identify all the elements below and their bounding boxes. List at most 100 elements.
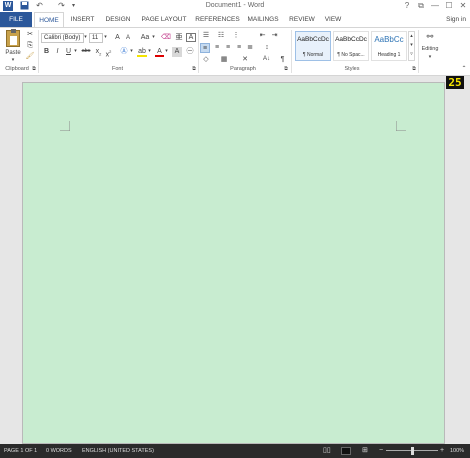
style-normal[interactable]: AaBbCcDc ¶ Normal bbox=[295, 31, 331, 61]
editing-button[interactable]: ⚯ Editing ▾ bbox=[420, 30, 440, 64]
paragraph-dialog-launcher-icon[interactable]: ⧉ bbox=[283, 65, 289, 75]
numbering-icon[interactable]: ☷ bbox=[216, 31, 226, 41]
help-button[interactable]: ? bbox=[400, 0, 414, 12]
borders-icon[interactable]: ▦ bbox=[219, 55, 229, 65]
enclose-characters-icon[interactable]: ㊀ bbox=[185, 47, 195, 57]
align-left-icon[interactable]: ≡ bbox=[200, 43, 210, 53]
styles-scrollbar[interactable]: ▴ ▾ ▿ bbox=[408, 31, 415, 61]
cut-icon[interactable]: ✂ bbox=[25, 30, 35, 40]
style-no-spacing[interactable]: AaBbCcDc ¶ No Spac... bbox=[333, 31, 369, 61]
word-count[interactable]: 0 WORDS bbox=[46, 444, 72, 458]
customize-quick-access-icon[interactable]: ▾ bbox=[68, 1, 79, 11]
word-logo-icon[interactable]: W bbox=[3, 1, 13, 11]
tab-view[interactable]: VIEW bbox=[322, 12, 344, 27]
zoom-in-button[interactable]: + bbox=[440, 444, 444, 458]
text-effects-icon[interactable]: Ⓐ bbox=[119, 47, 129, 57]
text-effects-dropdown-icon[interactable]: ▾ bbox=[129, 47, 134, 57]
line-spacing-icon[interactable]: ↕ bbox=[262, 43, 272, 53]
distributed-icon[interactable]: ≣ bbox=[245, 43, 255, 53]
format-painter-icon[interactable]: 🖌 bbox=[25, 52, 35, 62]
font-dialog-launcher-icon[interactable]: ⧉ bbox=[191, 65, 197, 75]
strikethrough-button[interactable]: abc bbox=[79, 47, 93, 57]
character-border-icon[interactable]: A bbox=[186, 33, 196, 42]
paragraph-group-label: Paragraph bbox=[230, 66, 256, 72]
read-mode-icon[interactable]: ▯▯ bbox=[323, 444, 331, 458]
highlight-dropdown-icon[interactable]: ▾ bbox=[147, 47, 152, 57]
superscript-button[interactable]: x2 bbox=[104, 47, 113, 58]
minimize-button[interactable]: — bbox=[428, 0, 442, 12]
style-name: ¶ No Spac... bbox=[337, 52, 365, 58]
decrease-indent-icon[interactable]: ⇤ bbox=[258, 31, 267, 41]
undo-icon[interactable]: ↶ bbox=[34, 1, 45, 11]
grow-font-button[interactable]: A bbox=[113, 33, 122, 43]
shrink-font-button[interactable]: A bbox=[124, 34, 132, 44]
style-preview: AaBbCcDc bbox=[335, 36, 367, 43]
status-bar: PAGE 1 OF 1 0 WORDS ENGLISH (UNITED STAT… bbox=[0, 444, 470, 458]
increase-indent-icon[interactable]: ⇥ bbox=[270, 31, 279, 41]
subscript-button[interactable]: x2 bbox=[94, 47, 103, 57]
font-family-dropdown-icon[interactable]: ▾ bbox=[83, 33, 88, 43]
collapse-ribbon-icon[interactable]: ⌃ bbox=[460, 65, 468, 75]
font-size-dropdown-icon[interactable]: ▾ bbox=[103, 33, 108, 43]
style-heading-1[interactable]: AaBbCc Heading 1 bbox=[371, 31, 407, 61]
ribbon-display-options-button[interactable]: ⧉ bbox=[414, 0, 428, 12]
clipboard-dialog-launcher-icon[interactable]: ⧉ bbox=[31, 65, 37, 75]
bold-button[interactable]: B bbox=[42, 47, 51, 57]
web-layout-icon[interactable]: ⊞ bbox=[362, 444, 368, 458]
tab-review[interactable]: REVIEW bbox=[287, 12, 317, 27]
align-right-icon[interactable]: ≡ bbox=[223, 43, 233, 53]
font-color-button[interactable]: A bbox=[155, 47, 164, 57]
paste-button[interactable]: Paste ▾ bbox=[3, 29, 23, 64]
close-button[interactable]: ✕ bbox=[456, 0, 470, 12]
language-status[interactable]: ENGLISH (UNITED STATES) bbox=[82, 444, 154, 458]
style-preview: AaBbCc bbox=[374, 35, 404, 44]
zoom-slider-thumb[interactable] bbox=[411, 447, 414, 455]
underline-button[interactable]: U bbox=[64, 47, 73, 57]
sign-in-link[interactable]: Sign in bbox=[446, 12, 466, 27]
change-case-dropdown-icon[interactable]: ▾ bbox=[151, 33, 156, 43]
change-case-button[interactable]: Aa bbox=[139, 33, 151, 43]
ribbon: Paste ▾ ✂ ⎘ 🖌 Clipboard ⧉ Calibri (Body)… bbox=[0, 27, 470, 76]
shading-icon[interactable]: ◇ bbox=[201, 55, 211, 65]
phonetic-guide-icon[interactable]: 亜 bbox=[174, 33, 184, 43]
save-icon[interactable] bbox=[19, 1, 30, 11]
highlight-color-icon[interactable]: ab bbox=[137, 47, 147, 57]
character-shading-icon[interactable]: A bbox=[172, 47, 182, 57]
italic-button[interactable]: I bbox=[53, 47, 62, 57]
tab-design[interactable]: DESIGN bbox=[103, 12, 133, 27]
editing-dropdown-icon: ▾ bbox=[428, 54, 432, 60]
zoom-level[interactable]: 100% bbox=[450, 444, 464, 458]
tab-home[interactable]: HOME bbox=[34, 12, 64, 28]
redo-icon[interactable]: ↷ bbox=[56, 1, 67, 11]
tab-insert[interactable]: INSERT bbox=[67, 12, 98, 27]
show-formatting-marks-button[interactable]: ¶ bbox=[278, 55, 287, 65]
center-icon[interactable]: ≡ bbox=[212, 43, 222, 53]
document-page[interactable] bbox=[22, 82, 445, 444]
tab-page-layout[interactable]: PAGE LAYOUT bbox=[139, 12, 189, 27]
page-count[interactable]: PAGE 1 OF 1 bbox=[4, 444, 37, 458]
font-size-select[interactable]: 11 bbox=[89, 33, 103, 43]
title-bar: Document1 - Word W ↶ ↷ ▾ ? ⧉ — ☐ ✕ bbox=[0, 0, 470, 12]
multilevel-list-icon[interactable]: ⋮ bbox=[231, 31, 241, 41]
paste-label: Paste bbox=[5, 50, 21, 56]
font-color-dropdown-icon[interactable]: ▾ bbox=[164, 47, 169, 57]
tab-mailings[interactable]: MAILINGS bbox=[244, 12, 282, 27]
ribbon-tabs: FILE HOME INSERT DESIGN PAGE LAYOUT REFE… bbox=[0, 12, 470, 28]
style-name: Heading 1 bbox=[377, 52, 401, 58]
justify-icon[interactable]: ≡ bbox=[234, 43, 244, 53]
maximize-button[interactable]: ☐ bbox=[442, 0, 456, 12]
sort-button[interactable]: A↓ bbox=[261, 55, 272, 65]
clear-formatting-icon[interactable]: ⌫ bbox=[161, 33, 171, 43]
print-layout-icon[interactable] bbox=[341, 447, 351, 455]
counter-badge: 25 bbox=[446, 76, 464, 89]
styles-dialog-launcher-icon[interactable]: ⧉ bbox=[411, 65, 417, 75]
bullets-icon[interactable]: ☰ bbox=[201, 31, 211, 41]
tab-references[interactable]: REFERENCES bbox=[195, 12, 240, 27]
copy-icon[interactable]: ⎘ bbox=[25, 41, 35, 51]
clipboard-group-label: Clipboard bbox=[5, 66, 29, 72]
font-family-select[interactable]: Calibri (Body) bbox=[41, 33, 84, 43]
tab-file[interactable]: FILE bbox=[0, 12, 32, 27]
zoom-out-button[interactable]: − bbox=[379, 444, 383, 458]
underline-dropdown-icon[interactable]: ▾ bbox=[73, 47, 78, 57]
asian-layout-icon[interactable]: ✕ bbox=[240, 55, 250, 65]
